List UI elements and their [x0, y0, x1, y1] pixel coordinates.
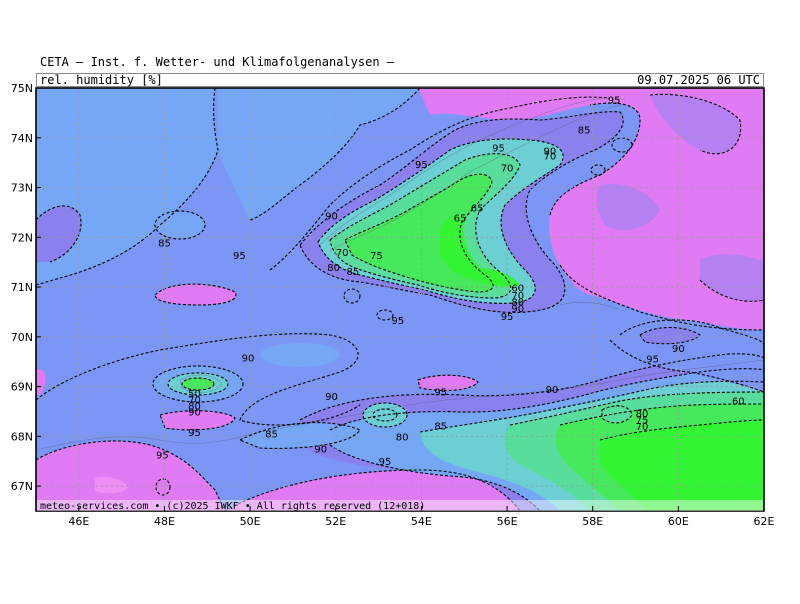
contour-value-label: 85 — [158, 238, 171, 249]
contour-value-label: 70 — [501, 164, 514, 175]
contour-value-label: 85 — [265, 429, 278, 440]
contour-value-label: 75 — [370, 251, 383, 262]
contour-value-label: 90 — [325, 392, 338, 403]
contour-value-label: 95 — [415, 160, 428, 171]
footer-credit: meteo-services.com • (c)2025 IWKF • All … — [40, 501, 425, 512]
humidity-map: 95 85 90 70 95 70 95 65 65 90 70 75 80 85 85 95 60 70 80 90… — [11, 82, 775, 528]
contour-value-label: 90 — [325, 211, 338, 222]
contour-value-label: 95 — [156, 450, 169, 461]
contour-value-label: 90 — [546, 385, 559, 396]
lon-tick-label: 46E — [68, 515, 89, 528]
contour-value-label: 95 — [608, 95, 621, 106]
contour-value-label: 95 — [379, 457, 392, 468]
contour-value-label: 85 — [347, 267, 360, 278]
contour-value-label: 80 — [327, 263, 340, 274]
lat-tick-label: 75N — [11, 82, 33, 95]
lat-tick-label: 74N — [11, 132, 33, 145]
field-local-cyan-2 — [260, 343, 340, 367]
contour-value-label: 90 — [242, 354, 255, 365]
contour-value-label: 80 — [396, 432, 409, 443]
lon-tick-label: 58E — [582, 515, 603, 528]
contour-value-label: 95 — [501, 312, 514, 323]
lat-tick-label: 68N — [11, 430, 33, 443]
contour-value-label: 95 — [492, 144, 505, 155]
contour-value-label: 95 — [188, 428, 201, 439]
contour-value-label: 95 — [434, 388, 447, 399]
lat-tick-label: 67N — [11, 480, 33, 493]
contour-value-label: 65 — [454, 213, 467, 224]
lon-tick-label: 54E — [411, 515, 432, 528]
humidity-field — [36, 88, 764, 511]
contour-value-label: 70 — [544, 152, 557, 163]
lat-tick-label: 69N — [11, 381, 33, 394]
lon-tick-label: 50E — [240, 515, 261, 528]
lat-tick-label: 71N — [11, 281, 33, 294]
lon-tick-label: 60E — [668, 515, 689, 528]
lat-tick-label: 70N — [11, 331, 33, 344]
lat-tick-label: 73N — [11, 182, 33, 195]
lon-tick-label: 56E — [497, 515, 518, 528]
lon-tick-label: 62E — [754, 515, 775, 528]
lon-tick-label: 52E — [325, 515, 346, 528]
map-figure: 95 85 90 70 95 70 95 65 65 90 70 75 80 85 85 95 60 70 80 90… — [0, 0, 800, 604]
lon-tick-label: 48E — [154, 515, 175, 528]
contour-value-label: 90 — [188, 407, 201, 418]
contour-value-label: 70 — [636, 422, 649, 433]
contour-value-label: 65 — [471, 203, 484, 214]
contour-value-label: 60 — [732, 397, 745, 408]
contour-value-label: 90 — [314, 444, 327, 455]
contour-value-label: 95 — [646, 355, 659, 366]
contour-value-label: 95 — [233, 251, 246, 262]
contour-value-label: 95 — [391, 316, 404, 327]
contour-value-label: 85 — [578, 125, 591, 136]
contour-value-label: 85 — [434, 421, 447, 432]
contour-value-label: 70 — [336, 248, 349, 259]
contour-value-label: 90 — [672, 344, 685, 355]
lat-tick-label: 72N — [11, 231, 33, 244]
